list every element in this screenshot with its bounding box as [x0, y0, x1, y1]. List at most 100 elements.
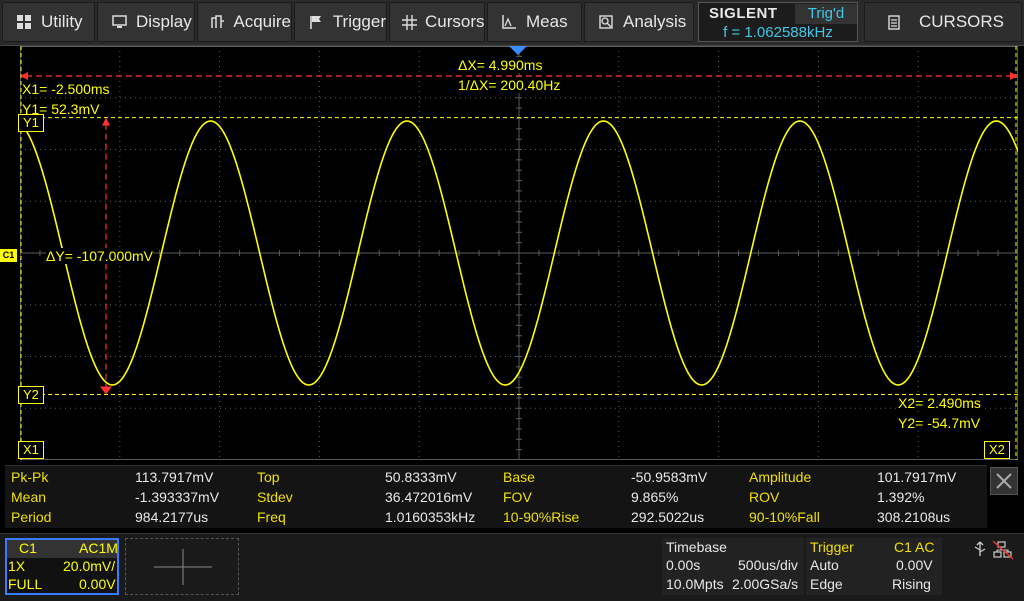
measurement-name: Freq — [257, 509, 286, 525]
measurement-name: Pk-Pk — [11, 469, 49, 485]
cursor-y2-tag[interactable]: Y2 — [18, 386, 44, 404]
memory-depth: 10.0Mpts — [666, 576, 724, 592]
measurement-value: 113.7917mV — [135, 469, 214, 485]
sample-rate: 2.00GSa/s — [732, 576, 799, 592]
add-channel-icon — [154, 549, 212, 585]
measurement-name: Amplitude — [749, 469, 812, 485]
trigger-position-marker[interactable] — [509, 46, 527, 55]
measurement-name: ROV — [749, 489, 780, 505]
timebase-delay: 0.00s — [666, 557, 701, 573]
top-menu-bar: Utility Display Acquire Trigger Cursors … — [0, 0, 1024, 46]
crosshair-icon — [402, 13, 417, 31]
menu-display[interactable]: Display — [97, 2, 195, 42]
cursor-y1-tag[interactable]: Y1 — [18, 114, 44, 132]
menu-meas[interactable]: Meas — [487, 2, 582, 42]
menu-trigger[interactable]: Trigger — [294, 2, 387, 42]
cursor-x1-readout: X1= -2.500ms — [22, 81, 110, 97]
measurement-value: 1.0160353kHz — [385, 509, 476, 525]
measurement-value: 984.2177us — [135, 509, 209, 525]
delta-y-arrow-bottom — [100, 386, 112, 395]
measurement-table: Pk-Pk 113.7917mV Top 50.8333mV Base -50.9583m… — [5, 465, 987, 528]
measurement-name: 10-90%Rise — [503, 509, 580, 525]
grid-icon — [15, 13, 33, 31]
measurement-name: FOV — [503, 489, 532, 505]
cursors-panel-button[interactable]: CURSORS — [864, 2, 1022, 42]
menu-utility-label: Utility — [41, 12, 83, 31]
trigger-slope: Rising — [892, 576, 931, 592]
waveform-canvas — [19, 45, 1019, 461]
flag-icon — [307, 13, 325, 31]
channel-bandwidth: FULL — [8, 576, 43, 592]
brand-logo: SIGLENT — [709, 5, 778, 22]
trigger-frequency: f = 1.062588kHz — [723, 24, 833, 41]
measurement-value: -1.393337mV — [135, 489, 220, 505]
cursor-x2-tag[interactable]: X2 — [984, 441, 1010, 459]
trigger-panel[interactable]: Trigger C1 AC Auto 0.00V Edge Rising — [806, 538, 942, 595]
channel-offset: 0.00V — [79, 576, 116, 592]
measurement-row: Mean -1.393337mV Stdev 36.472016mV FOV 9.865%… — [5, 487, 987, 507]
menu-utility[interactable]: Utility — [2, 2, 95, 42]
measurement-value: 50.8333mV — [385, 469, 457, 485]
delta-x-arrow-left — [20, 72, 28, 80]
channel-probe: 1X — [8, 558, 26, 574]
channel-scale: 20.0mV/ — [63, 558, 116, 574]
menu-meas-label: Meas — [526, 12, 568, 31]
measurement-close-button[interactable] — [990, 467, 1018, 495]
measurement-value: 308.2108us — [877, 509, 951, 525]
trigger-status-panel: SIGLENT Trig'd f = 1.062588kHz — [698, 2, 858, 42]
measurement-value: 101.7917mV — [877, 469, 957, 485]
measurement-name: 90-10%Fall — [749, 509, 820, 525]
delta-y-arrow-top — [102, 117, 110, 126]
channel-1-panel[interactable]: C1 AC1M 1X 20.0mV/ FULL 0.00V — [5, 538, 119, 595]
monitor-icon — [110, 13, 128, 31]
cursor-inv-delta-x-readout: 1/ΔX= 200.40Hz — [458, 77, 561, 93]
measurement-name: Period — [11, 509, 52, 525]
measurement-row: Pk-Pk 113.7917mV Top 50.8333mV Base -50.9583m… — [5, 467, 987, 487]
measurement-value: -50.9583mV — [631, 469, 708, 485]
cursor-x2-readout: X2= 2.490ms — [898, 395, 981, 411]
channel-marker-label: C1 — [2, 250, 15, 260]
menu-acquire-label: Acquire — [233, 12, 291, 31]
channel-coupling: AC1M — [79, 540, 118, 556]
timebase-panel[interactable]: Timebase 0.00s 500us/div 10.0Mpts 2.00GS… — [662, 538, 804, 595]
waveform-display[interactable]: X1= -2.500ms Y1= 52.3mV ΔX= 4.990ms 1/ΔX… — [18, 45, 1019, 461]
cursor-delta-y-readout: ΔY= -107.000mV — [46, 248, 154, 264]
measurement-name: Stdev — [257, 489, 293, 505]
measurement-name: Base — [503, 469, 535, 485]
cursors-panel-label: CURSORS — [919, 12, 1005, 31]
usb-icon — [974, 541, 986, 556]
analysis-icon — [597, 13, 615, 31]
measurement-value: 9.865% — [631, 489, 679, 505]
trigger-mode: Auto — [810, 557, 839, 573]
measurement-value: 1.392% — [877, 489, 925, 505]
network-icon — [992, 540, 1014, 560]
measurement-name: Top — [257, 469, 280, 485]
measurement-value: 292.5022us — [631, 509, 705, 525]
measurement-name: Mean — [11, 489, 47, 505]
channel-offset-marker[interactable]: C1 — [0, 249, 17, 262]
empty-channel-slot[interactable] — [125, 538, 239, 595]
trigger-type: Edge — [810, 576, 843, 592]
menu-analysis[interactable]: Analysis — [584, 2, 694, 42]
trigger-status: Trig'd — [795, 4, 857, 24]
menu-display-label: Display — [136, 12, 192, 31]
status-icons — [970, 540, 1018, 560]
acquire-icon — [210, 13, 225, 31]
close-icon — [996, 473, 1012, 489]
menu-trigger-label: Trigger — [332, 12, 386, 31]
document-icon — [885, 13, 903, 31]
menu-cursors[interactable]: Cursors — [389, 2, 485, 42]
measurement-row: Period 984.2177us Freq 1.0160353kHz 10-90%Ri… — [5, 507, 987, 527]
cursor-delta-x-readout: ΔX= 4.990ms — [458, 57, 543, 73]
trigger-source: C1 AC — [894, 539, 935, 555]
channel-name: C1 — [19, 540, 37, 556]
menu-cursors-label: Cursors — [425, 12, 485, 31]
timebase-title: Timebase — [666, 539, 727, 555]
trigger-level: 0.00V — [896, 557, 933, 573]
cursor-y2-readout: Y2= -54.7mV — [898, 415, 981, 431]
menu-acquire[interactable]: Acquire — [197, 2, 292, 42]
timebase-scale: 500us/div — [738, 557, 798, 573]
cursor-x1-tag[interactable]: X1 — [18, 441, 44, 459]
measure-icon — [500, 13, 518, 31]
delta-x-arrow-right — [1010, 72, 1018, 80]
